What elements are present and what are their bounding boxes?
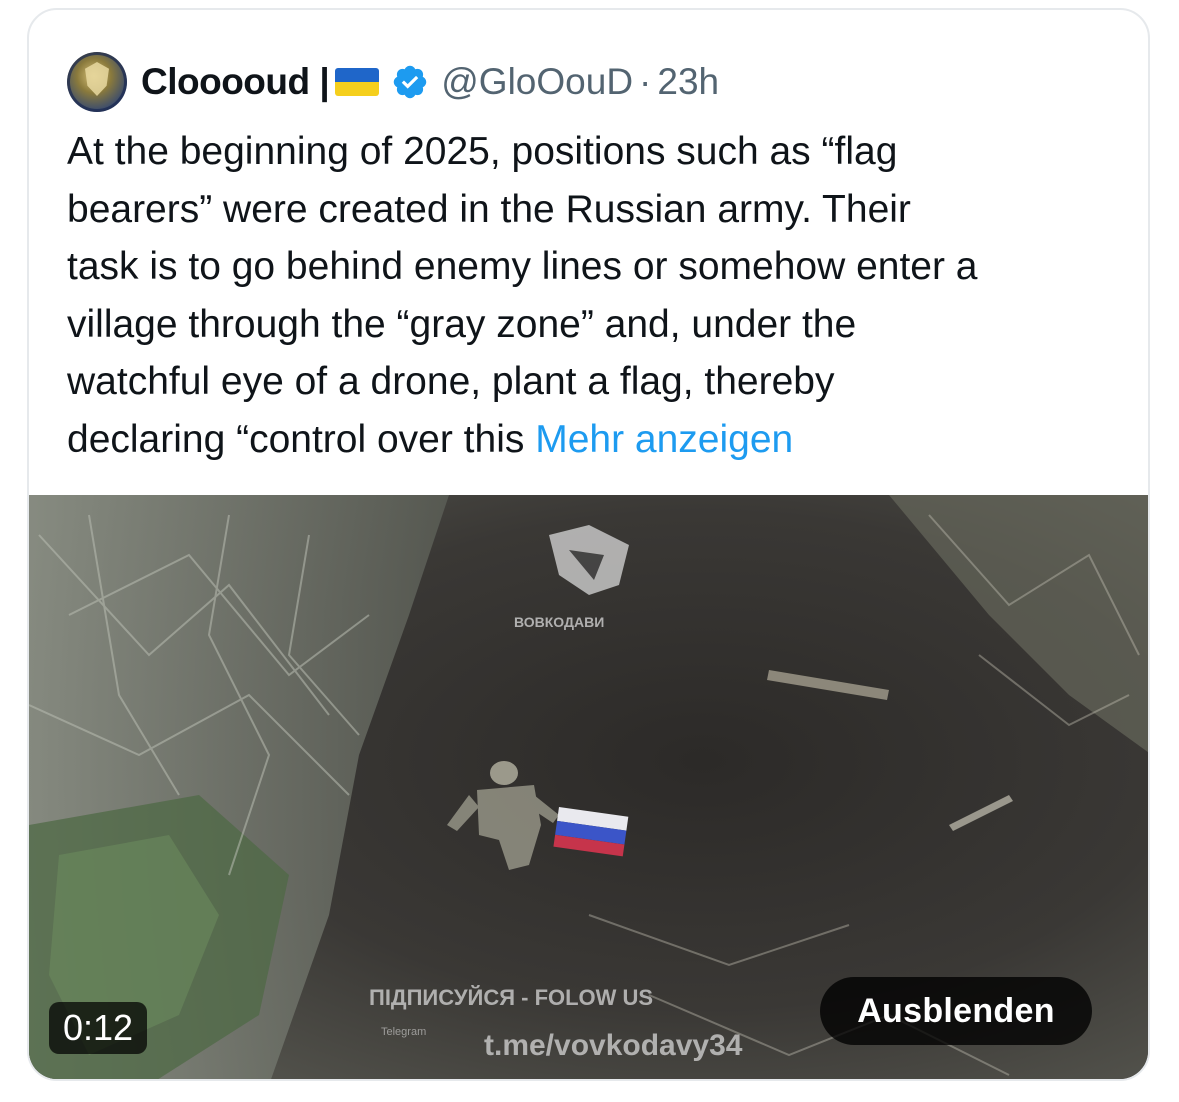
tweet-text-line: declaring “control over this <box>67 417 536 461</box>
avatar[interactable] <box>67 52 127 112</box>
watermark-bottom: ПІДПИСУЙСЯ - FOLOW US <box>369 985 653 1010</box>
tweet-text-last-line: declaring “control over this Mehr anzeig… <box>67 411 1127 469</box>
watermark-top: ВОВКОДАВИ <box>514 614 604 630</box>
video-duration-badge: 0:12 <box>49 1002 148 1054</box>
ukraine-flag-icon <box>335 68 380 96</box>
video-player[interactable]: ВОВКОДАВИ ПІДПИСУЙСЯ - FOLOW US Telegram… <box>29 495 1148 1079</box>
tweet-header: Clooooud | @GloOouD · 23h <box>67 50 719 114</box>
tweet-text-line: bearers” were created in the Russian arm… <box>67 187 911 231</box>
display-name[interactable]: Clooooud | <box>141 61 330 103</box>
user-handle[interactable]: @GloOouD <box>441 61 633 103</box>
watermark-side: Telegram <box>381 1026 426 1038</box>
show-more-link[interactable]: Mehr anzeigen <box>535 418 793 461</box>
verified-badge-icon[interactable] <box>391 63 429 101</box>
separator-dot: · <box>639 61 652 102</box>
tweet-text-line: village through the “gray zone” and, und… <box>67 302 857 346</box>
tweet-text: At the beginning of 2025, positions such… <box>67 123 1127 468</box>
watermark-channel: t.me/vovkodavy34 <box>484 1029 743 1062</box>
hide-media-button[interactable]: Ausblenden <box>820 977 1092 1045</box>
timestamp[interactable]: 23h <box>657 61 719 103</box>
tweet-text-line: watchful eye of a drone, plant a flag, t… <box>67 360 835 403</box>
tweet-text-line: At the beginning of 2025, positions such… <box>67 130 898 173</box>
tweet-text-line: task is to go behind enemy lines or some… <box>67 245 978 288</box>
tweet-card[interactable]: Clooooud | @GloOouD · 23h At the beginni… <box>27 8 1150 1081</box>
